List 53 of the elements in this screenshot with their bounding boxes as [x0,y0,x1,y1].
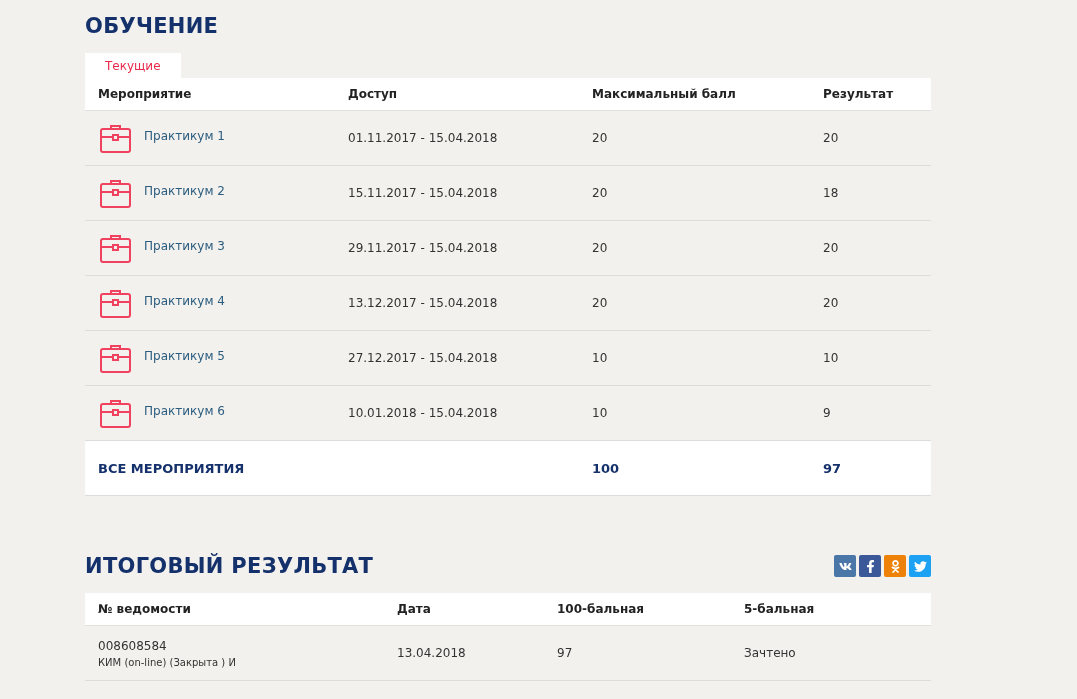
record-number: 008608584 [98,638,168,653]
table-cell-text: 20 [591,296,609,310]
share-button[interactable] [834,555,856,577]
event-link[interactable]: Практикум 6 [144,404,225,418]
column-header: 100-бальная [556,602,645,616]
share-button[interactable] [859,555,881,577]
table-cell-text: Зачтено [743,646,797,660]
column-header: Результат [822,87,895,101]
table-cell-text: 10 [822,351,840,365]
column-header: Доступ [347,87,399,101]
table-cell-text: 29.11.2017 - 15.04.2018 [347,241,499,255]
table-cell-text: 13.04.2018 [396,646,467,660]
table-cell-text: 20 [591,186,609,200]
event-link[interactable]: Практикум 3 [144,239,225,253]
total-value: 100 [591,460,621,476]
briefcase-icon [99,177,132,209]
table-cell-text: 15.11.2017 - 15.04.2018 [347,186,499,200]
column-header: Максимальный балл [591,87,737,101]
section-title: ОБУЧЕНИЕ [85,13,220,40]
table-cell-text: 20 [822,131,840,145]
briefcase-icon [99,122,132,154]
briefcase-icon [99,397,132,429]
briefcase-icon [99,287,132,319]
table-cell-text: 18 [822,186,840,200]
event-link[interactable]: Практикум 2 [144,184,225,198]
section-title: ИТОГОВЫЙ РЕЗУЛЬТАТ [85,552,374,580]
total-label: ВСЕ МЕРОПРИЯТИЯ [97,460,246,476]
event-link[interactable]: Практикум 5 [144,349,225,363]
bird-icon [913,559,927,573]
table-cell-text: 27.12.2017 - 15.04.2018 [347,351,499,365]
table-cell-text: 13.12.2017 - 15.04.2018 [347,296,499,310]
table-cell-text: 9 [822,406,832,420]
share-button[interactable] [909,555,931,577]
column-header: № ведомости [97,602,192,616]
table-cell-text: 01.11.2017 - 15.04.2018 [347,131,499,145]
table-cell-text: 97 [556,646,574,660]
table-cell-text: 20 [591,241,609,255]
total-value: 97 [822,460,843,476]
briefcase-icon [99,342,132,374]
event-link[interactable]: Практикум 4 [144,294,225,308]
table-cell-text: 10 [591,406,609,420]
column-header: Дата [396,602,432,616]
table-cell-text: 20 [822,241,840,255]
briefcase-icon [99,232,132,264]
table-cell-text: 10 [591,351,609,365]
table-cell-text: 10.01.2018 - 15.04.2018 [347,406,499,420]
event-link[interactable]: Практикум 1 [144,129,225,143]
tab[interactable]: Текущие [85,53,181,78]
column-header: 5-бальная [743,602,816,616]
table-cell-text: 20 [591,131,609,145]
table-cell-text: 20 [822,296,840,310]
column-header: Мероприятие [97,87,193,101]
record-note: КИМ (on-line) (Закрыта ) И [98,656,237,668]
